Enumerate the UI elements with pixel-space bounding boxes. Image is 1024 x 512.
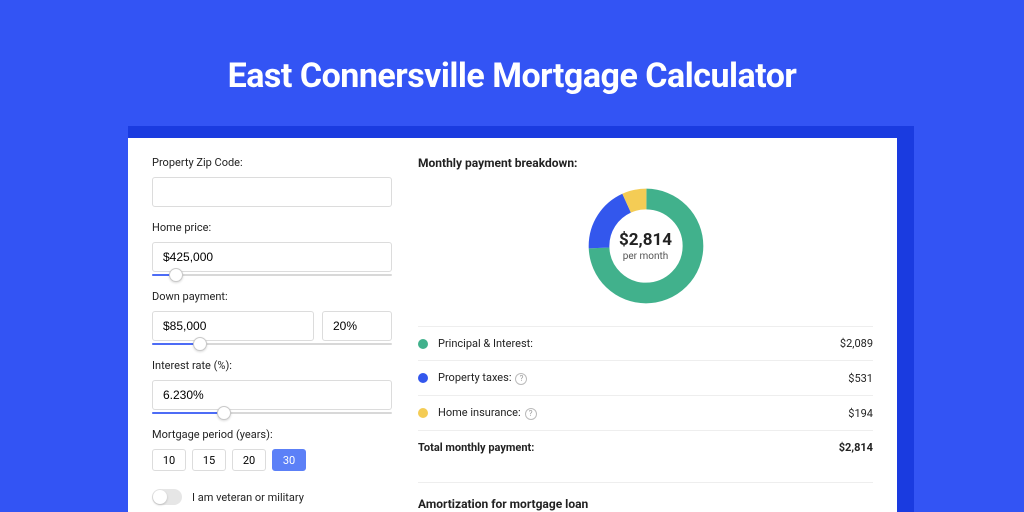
donut-total-sub: per month bbox=[623, 251, 669, 262]
legend-taxes-label: Property taxes:? bbox=[438, 371, 848, 385]
down-payment-pct-input[interactable] bbox=[322, 311, 392, 341]
down-payment-amount-input[interactable] bbox=[152, 311, 314, 341]
home-price-group: Home price: bbox=[152, 221, 392, 276]
interest-group: Interest rate (%): bbox=[152, 359, 392, 414]
down-payment-group: Down payment: bbox=[152, 290, 392, 345]
veteran-row: I am veteran or military bbox=[152, 489, 392, 505]
calculator-panel: Property Zip Code: Home price: Down paym… bbox=[128, 138, 897, 512]
legend-principal: Principal & Interest: $2,089 bbox=[418, 326, 873, 360]
veteran-label: I am veteran or military bbox=[192, 491, 304, 504]
legend-principal-value: $2,089 bbox=[840, 337, 873, 350]
legend-total-label: Total monthly payment: bbox=[418, 441, 839, 454]
period-label: Mortgage period (years): bbox=[152, 428, 392, 441]
legend-total: Total monthly payment: $2,814 bbox=[418, 430, 873, 464]
page-title: East Connersville Mortgage Calculator bbox=[0, 0, 1024, 96]
down-payment-slider-thumb[interactable] bbox=[193, 337, 207, 351]
veteran-toggle-knob bbox=[153, 490, 167, 504]
breakdown-column: Monthly payment breakdown: $2,814 per mo… bbox=[418, 156, 873, 512]
donut-chart: $2,814 per month bbox=[584, 184, 708, 308]
home-price-label: Home price: bbox=[152, 221, 392, 234]
legend-principal-label: Principal & Interest: bbox=[438, 337, 840, 350]
legend-insurance-label: Home insurance:? bbox=[438, 406, 848, 420]
home-price-input[interactable] bbox=[152, 242, 392, 272]
period-option-20[interactable]: 20 bbox=[232, 449, 266, 471]
amortization-section: Amortization for mortgage loan Amortizat… bbox=[418, 482, 873, 512]
panel-inner: Property Zip Code: Home price: Down paym… bbox=[128, 138, 897, 512]
breakdown-title: Monthly payment breakdown: bbox=[418, 156, 873, 170]
amortization-title: Amortization for mortgage loan bbox=[418, 497, 873, 511]
donut-center: $2,814 per month bbox=[584, 184, 708, 308]
dot-insurance-icon bbox=[418, 408, 428, 418]
dot-principal-icon bbox=[418, 339, 428, 349]
down-payment-slider[interactable] bbox=[152, 343, 392, 345]
home-price-slider[interactable] bbox=[152, 274, 392, 276]
info-icon[interactable]: ? bbox=[515, 373, 527, 385]
donut-total-amount: $2,814 bbox=[619, 230, 672, 250]
interest-slider[interactable] bbox=[152, 412, 392, 414]
period-options: 10 15 20 30 bbox=[152, 449, 392, 471]
legend-taxes-value: $531 bbox=[848, 372, 873, 385]
interest-label: Interest rate (%): bbox=[152, 359, 392, 372]
legend-total-value: $2,814 bbox=[839, 441, 873, 454]
legend-taxes: Property taxes:? $531 bbox=[418, 360, 873, 395]
zip-input[interactable] bbox=[152, 177, 392, 207]
legend-insurance: Home insurance:? $194 bbox=[418, 395, 873, 430]
zip-group: Property Zip Code: bbox=[152, 156, 392, 207]
interest-input[interactable] bbox=[152, 380, 392, 410]
period-option-15[interactable]: 15 bbox=[192, 449, 226, 471]
donut-chart-wrap: $2,814 per month bbox=[418, 184, 873, 308]
zip-label: Property Zip Code: bbox=[152, 156, 392, 169]
period-option-30[interactable]: 30 bbox=[272, 449, 306, 471]
period-group: Mortgage period (years): 10 15 20 30 bbox=[152, 428, 392, 471]
legend-insurance-value: $194 bbox=[848, 407, 873, 420]
home-price-slider-thumb[interactable] bbox=[169, 268, 183, 282]
form-column: Property Zip Code: Home price: Down paym… bbox=[152, 156, 392, 512]
dot-taxes-icon bbox=[418, 373, 428, 383]
down-payment-label: Down payment: bbox=[152, 290, 392, 303]
veteran-toggle[interactable] bbox=[152, 489, 182, 505]
info-icon[interactable]: ? bbox=[525, 408, 537, 420]
page-background: East Connersville Mortgage Calculator Pr… bbox=[0, 0, 1024, 512]
interest-slider-thumb[interactable] bbox=[217, 406, 231, 420]
period-option-10[interactable]: 10 bbox=[152, 449, 186, 471]
